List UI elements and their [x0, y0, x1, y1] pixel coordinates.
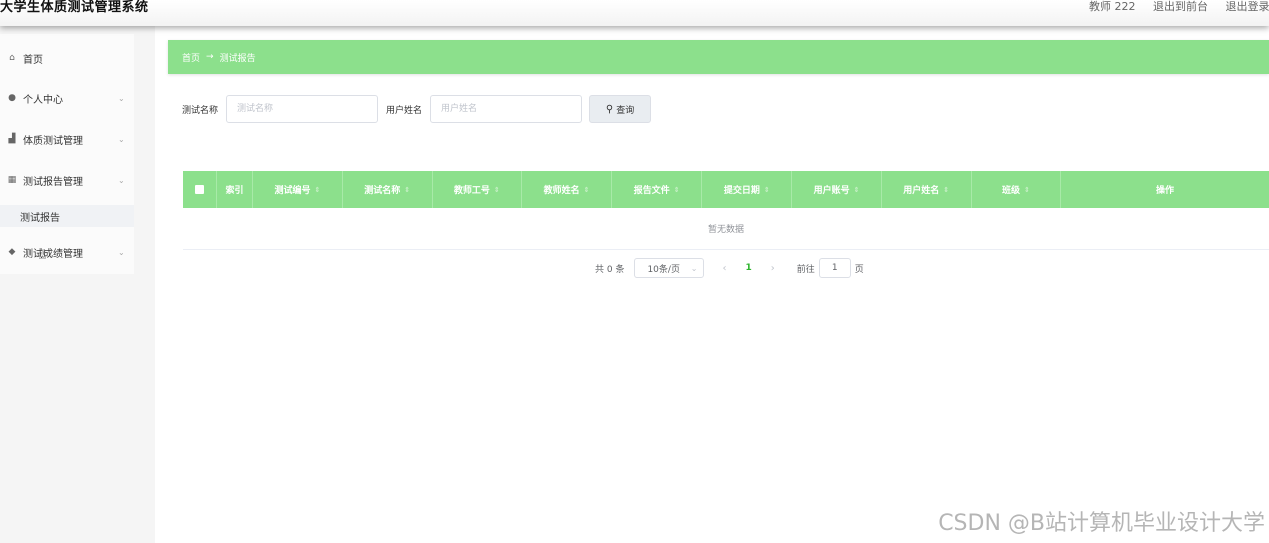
sort-icon: ⇕ [943, 185, 950, 194]
search-form: 测试名称 用户姓名 ⚲ 查询 [182, 95, 652, 123]
column-header[interactable]: 报告文件 ⇕ [612, 171, 703, 208]
chevron-down-icon: ⌄ [118, 93, 125, 103]
sort-icon: ⇕ [763, 185, 770, 194]
sidebar-item-label: 测试报告管理 [23, 176, 83, 188]
goto-suffix: 页 [854, 264, 864, 275]
column-header[interactable]: 提交日期 ⇕ [702, 171, 793, 208]
pin-icon: ◆ [8, 247, 16, 257]
hand-cursor-icon: ☝ [38, 247, 47, 263]
column-header[interactable]: 用户账号 ⇕ [792, 171, 882, 208]
test-name-input[interactable] [226, 95, 379, 123]
breadcrumb: 首页 → 测试报告 [168, 40, 1269, 74]
total-count: 共 0 条 [595, 264, 625, 275]
chart-icon: ▟ [8, 134, 16, 144]
sort-icon: ⇕ [583, 185, 590, 194]
sidebar-item-personal-center[interactable]: ● 个人中心 ⌄ [0, 85, 134, 111]
next-page-button[interactable]: › [771, 263, 775, 274]
logout-link[interactable]: 退出登录 [1226, 0, 1269, 13]
user-icon: ● [8, 93, 16, 103]
sidebar-item-physical-test[interactable]: ▟ 体质测试管理 ⌄ [0, 126, 134, 152]
user-name-label: 用户姓名 [386, 105, 423, 116]
column-header[interactable]: 教师姓名 ⇕ [522, 171, 613, 208]
home-icon: ⌂ [9, 53, 15, 63]
sidebar-menu: ⌂ 首页 ● 个人中心 ⌄ ▟ 体质测试管理 ⌄ ▦ 测试报告管理 ⌄ 测试报告… [0, 34, 134, 274]
empty-text: 暂无数据 [183, 208, 1269, 250]
sort-icon: ⇕ [1023, 185, 1030, 194]
column-header[interactable]: 教师工号 ⇕ [433, 171, 522, 208]
chevron-down-icon: ⌄ [118, 247, 125, 257]
current-user: 教师 222 [1089, 0, 1136, 13]
sidebar-item-label: 体质测试管理 [23, 135, 83, 147]
sidebar-item-label: 测试成绩管理 [23, 248, 83, 260]
column-header: 操作 [1156, 186, 1175, 196]
arrow-right-icon: → [206, 52, 214, 62]
table-header: 索引 测试编号 ⇕ 测试名称 ⇕ 教师工号 ⇕ 教师姓名 ⇕ 报告文件 ⇕ 提交日期 ⇕ 用… [183, 171, 1269, 208]
sidebar-item-test-score[interactable]: ◆ 测试成绩管理 ⌄ [0, 239, 134, 265]
breadcrumb-current: 测试报告 [219, 53, 256, 64]
sort-icon: ⇕ [404, 185, 411, 194]
page-number[interactable]: 1 [745, 263, 751, 273]
goto-label: 前往 [796, 264, 815, 275]
page-size-select[interactable]: 10条/页 ⌄ [634, 258, 705, 278]
select-all-checkbox[interactable] [183, 171, 217, 208]
goto-page-input[interactable] [818, 258, 851, 278]
column-header[interactable]: 测试名称 ⇕ [343, 171, 433, 208]
app-title: 大学生体质测试管理系统 [0, 0, 149, 15]
column-header[interactable]: 用户姓名 ⇕ [882, 171, 972, 208]
prev-page-button[interactable]: ‹ [722, 263, 726, 274]
column-header[interactable]: 测试编号 ⇕ [253, 171, 343, 208]
search-icon: ⚲ [605, 103, 614, 115]
chevron-down-icon: ⌄ [690, 263, 698, 273]
watermark: CSDN @B站计算机毕业设计大学 [938, 511, 1265, 536]
sort-icon: ⇕ [853, 185, 860, 194]
sidebar-item-home[interactable]: ⌂ 首页 [0, 45, 134, 71]
column-header: 索引 [217, 171, 254, 208]
header-actions: 教师 222 退出到前台 退出登录 [1089, 0, 1269, 14]
chevron-down-icon: ⌄ [118, 175, 125, 185]
query-button-label: 查询 [616, 105, 635, 116]
sidebar-item-label: 首页 [23, 54, 43, 66]
submenu-item-test-report[interactable]: 测试报告 [0, 205, 134, 227]
column-header[interactable]: 班级 ⇕ [972, 171, 1061, 208]
sort-icon: ⇕ [314, 185, 321, 194]
sort-icon: ⇕ [673, 185, 680, 194]
test-name-label: 测试名称 [182, 105, 219, 116]
sidebar-item-label: 个人中心 [23, 94, 63, 106]
sidebar: ⌂ 首页 ● 个人中心 ⌄ ▟ 体质测试管理 ⌄ ▦ 测试报告管理 ⌄ 测试报告… [0, 26, 155, 543]
sidebar-item-test-report[interactable]: ▦ 测试报告管理 ⌄ [0, 167, 134, 193]
grid-icon: ▦ [7, 175, 17, 185]
sort-icon: ⇕ [493, 185, 500, 194]
pagination: 共 0 条 10条/页 ⌄ ‹ 1 › 前往 页 [595, 258, 864, 278]
user-name-input[interactable] [430, 95, 583, 123]
top-header: 大学生体质测试管理系统 教师 222 退出到前台 退出登录 [0, 0, 1269, 26]
exit-to-front-link[interactable]: 退出到前台 [1153, 0, 1208, 13]
report-table: 索引 测试编号 ⇕ 测试名称 ⇕ 教师工号 ⇕ 教师姓名 ⇕ 报告文件 ⇕ 提交日期 ⇕ 用… [183, 171, 1269, 250]
breadcrumb-home[interactable]: 首页 [182, 51, 200, 64]
query-button[interactable]: ⚲ 查询 [589, 95, 652, 123]
chevron-down-icon: ⌄ [118, 134, 125, 144]
